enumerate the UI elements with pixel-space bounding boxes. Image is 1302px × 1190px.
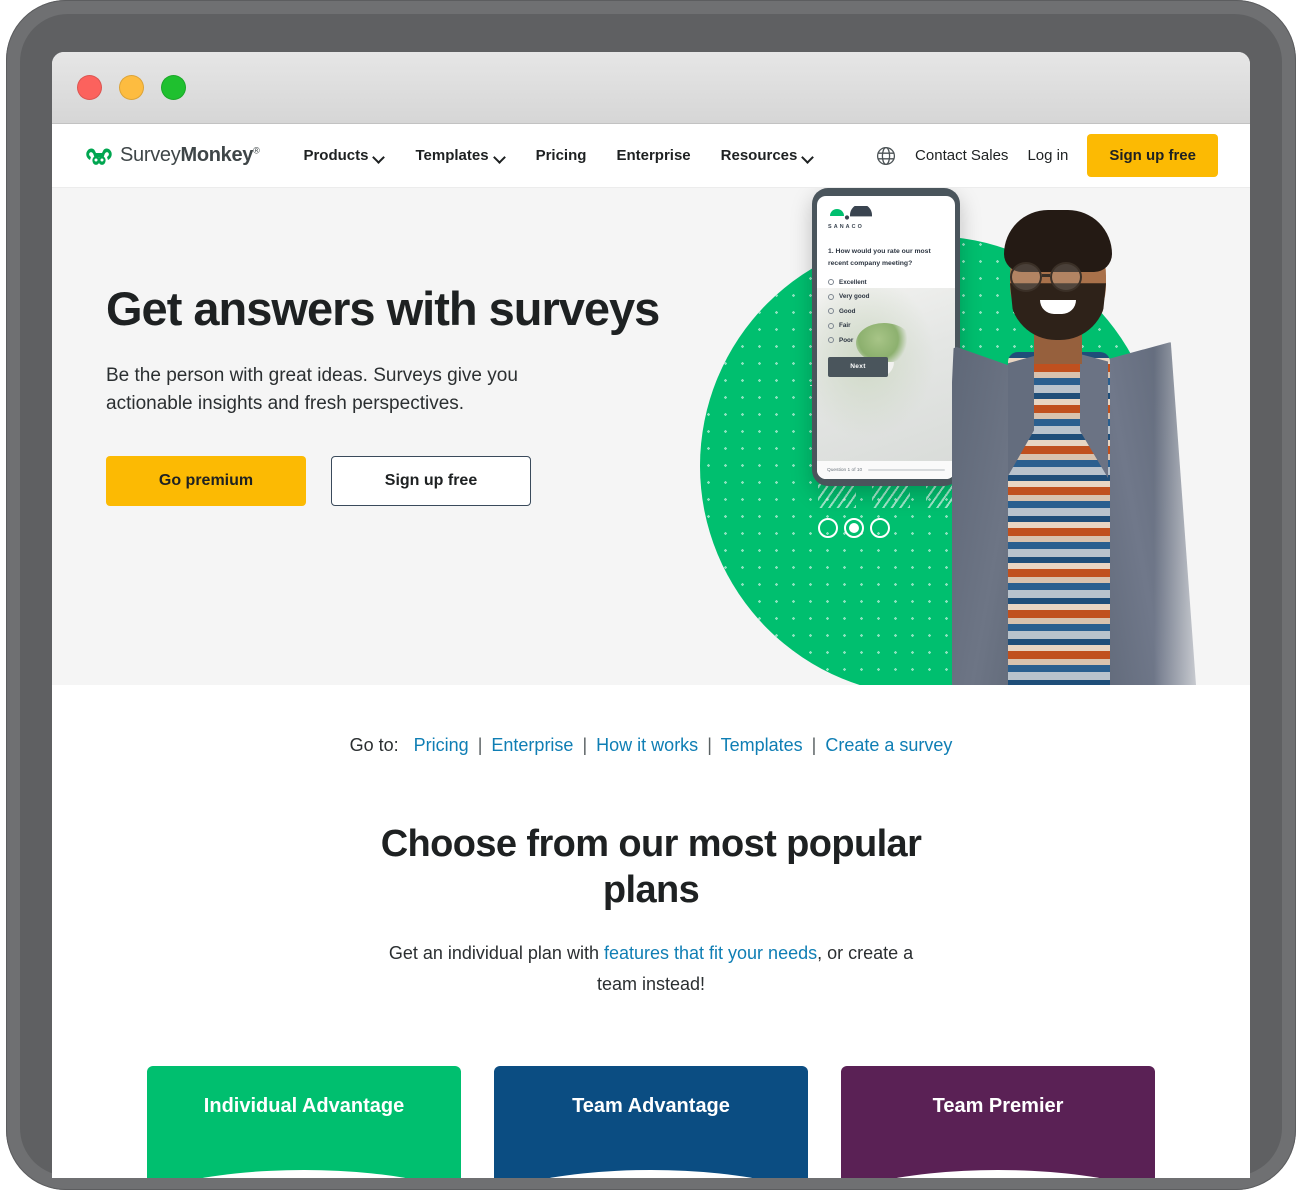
survey-option-label: Good (839, 307, 856, 315)
site-navigation-bar: SurveyMonkey® Products Templates Pricing… (52, 124, 1250, 188)
carousel-dot[interactable] (818, 518, 838, 538)
nav-item-pricing[interactable]: Pricing (536, 147, 587, 164)
hero-section: Get answers with surveys Be the person w… (52, 188, 1250, 685)
browser-titlebar (52, 52, 1250, 124)
survey-option-very-good[interactable]: Very good (828, 293, 944, 300)
nav-item-resources-label: Resources (720, 147, 798, 164)
chevron-down-icon (495, 153, 506, 160)
hero-illustration: SANACO 1. How would you rate our most re… (690, 188, 1250, 685)
plan-card-individual-advantage[interactable]: Individual Advantage (147, 1066, 461, 1178)
plan-card-title: Team Premier (932, 1095, 1064, 1118)
plan-card-team-advantage[interactable]: Team Advantage (494, 1066, 808, 1178)
carousel-dot-active[interactable] (844, 518, 864, 538)
plan-card-arc (494, 1170, 808, 1178)
goto-separator: | (707, 735, 712, 755)
survey-next-button[interactable]: Next (828, 356, 888, 377)
goto-link-how-it-works[interactable]: How it works (596, 735, 698, 755)
plans-title: Choose from our most popular plans (380, 823, 922, 911)
goto-separator: | (582, 735, 588, 755)
plans-section: Choose from our most popular plans Get a… (52, 756, 1250, 1178)
goto-link-enterprise[interactable]: Enterprise (491, 735, 573, 755)
survey-progress-footer: Question 1 of 10 (817, 461, 955, 479)
goto-link-create-a-survey[interactable]: Create a survey (825, 735, 952, 755)
maximize-window-button[interactable] (161, 75, 186, 100)
plan-card-team-premier[interactable]: Team Premier (841, 1066, 1155, 1178)
plan-card-arc (841, 1170, 1155, 1178)
chevron-down-icon (803, 153, 814, 160)
hero-subtitle: Be the person with great ideas. Surveys … (106, 364, 518, 414)
survey-progress-bar (868, 469, 945, 471)
nav-right-group: Contact Sales Log in Sign up free (876, 134, 1218, 177)
nav-item-templates-label: Templates (415, 147, 489, 164)
radio-icon (828, 337, 834, 344)
go-premium-button[interactable]: Go premium (106, 455, 306, 506)
nav-item-templates[interactable]: Templates (415, 147, 505, 164)
browser-window: SurveyMonkey® Products Templates Pricing… (52, 52, 1250, 1178)
goto-separator: | (477, 735, 483, 755)
nav-item-enterprise[interactable]: Enterprise (616, 147, 690, 164)
radio-icon (828, 293, 834, 300)
plans-subtitle-before: Get an individual plan with (388, 943, 604, 964)
hero-copy: Get answers with surveys Be the person w… (106, 282, 666, 506)
survey-progress-label: Question 1 of 10 (827, 467, 863, 473)
survey-option-fair[interactable]: Fair (828, 322, 944, 329)
survey-option-label: Poor (839, 336, 854, 344)
phone-mockup: SANACO 1. How would you rate our most re… (812, 188, 960, 486)
survey-option-label: Fair (839, 322, 851, 330)
hero-buttons: Go premium Sign up free (106, 455, 666, 506)
survey-question-text: 1. How would you rate our most recent co… (828, 248, 931, 267)
surveymonkey-logo-icon (86, 148, 112, 165)
person-photo (952, 206, 1250, 685)
minimize-window-button[interactable] (119, 75, 144, 100)
survey-option-good[interactable]: Good (828, 308, 944, 315)
chevron-down-icon (374, 153, 385, 160)
nav-item-products-label: Products (303, 147, 369, 164)
carousel-dot[interactable] (870, 518, 890, 538)
goto-label: Go to: (349, 735, 399, 755)
plan-card-arc (147, 1170, 461, 1178)
sanaco-logo: SANACO (828, 206, 944, 230)
goto-separator: | (811, 735, 817, 755)
nav-item-resources[interactable]: Resources (721, 147, 815, 164)
sanaco-brand-name: SANACO (828, 224, 864, 230)
nav-links: Products Templates Pricing Enterprise Re… (303, 147, 814, 164)
sign-up-free-button[interactable]: Sign up free (1087, 134, 1218, 177)
goto-links-row: Go to: Pricing | Enterprise | How it wor… (52, 685, 1250, 756)
goto-link-pricing[interactable]: Pricing (414, 735, 469, 755)
features-link[interactable]: features that fit your needs (604, 943, 817, 963)
close-window-button[interactable] (77, 75, 102, 100)
surveymonkey-logo[interactable]: SurveyMonkey® (84, 144, 260, 168)
survey-option-excellent[interactable]: Excellent (828, 279, 944, 286)
goto-link-templates[interactable]: Templates (721, 735, 803, 755)
radio-icon (828, 322, 834, 329)
plan-card-title: Individual Advantage (203, 1095, 405, 1118)
glasses-lens-left (1010, 262, 1042, 292)
plan-cards: Individual Advantage Team Advantage Team… (52, 1066, 1250, 1178)
plan-card-title: Team Advantage (572, 1095, 730, 1118)
nav-item-products[interactable]: Products (303, 147, 385, 164)
hero-sign-up-free-button[interactable]: Sign up free (331, 455, 531, 506)
radio-icon (828, 308, 834, 315)
survey-options-list: Excellent Very good Good Fair Poor (828, 279, 944, 344)
contact-sales-link[interactable]: Contact Sales (915, 147, 1008, 164)
phone-screen: SANACO 1. How would you rate our most re… (817, 196, 955, 479)
nav-item-pricing-label: Pricing (535, 147, 587, 164)
survey-option-label: Very good (839, 293, 870, 301)
glasses-bridge (1042, 274, 1050, 277)
glasses-lens-right (1050, 262, 1082, 292)
sanaco-logo-icon (830, 206, 872, 220)
survey-option-label: Excellent (839, 278, 867, 286)
globe-icon[interactable] (876, 146, 896, 166)
radio-icon (828, 279, 834, 286)
nav-item-enterprise-label: Enterprise (616, 147, 691, 164)
brand-wordmark: SurveyMonkey® (120, 144, 260, 166)
survey-option-poor[interactable]: Poor (828, 337, 944, 344)
hero-title: Get answers with surveys (106, 282, 660, 335)
log-in-link[interactable]: Log in (1027, 147, 1068, 164)
plans-subtitle: Get an individual plan with features tha… (371, 938, 931, 1000)
